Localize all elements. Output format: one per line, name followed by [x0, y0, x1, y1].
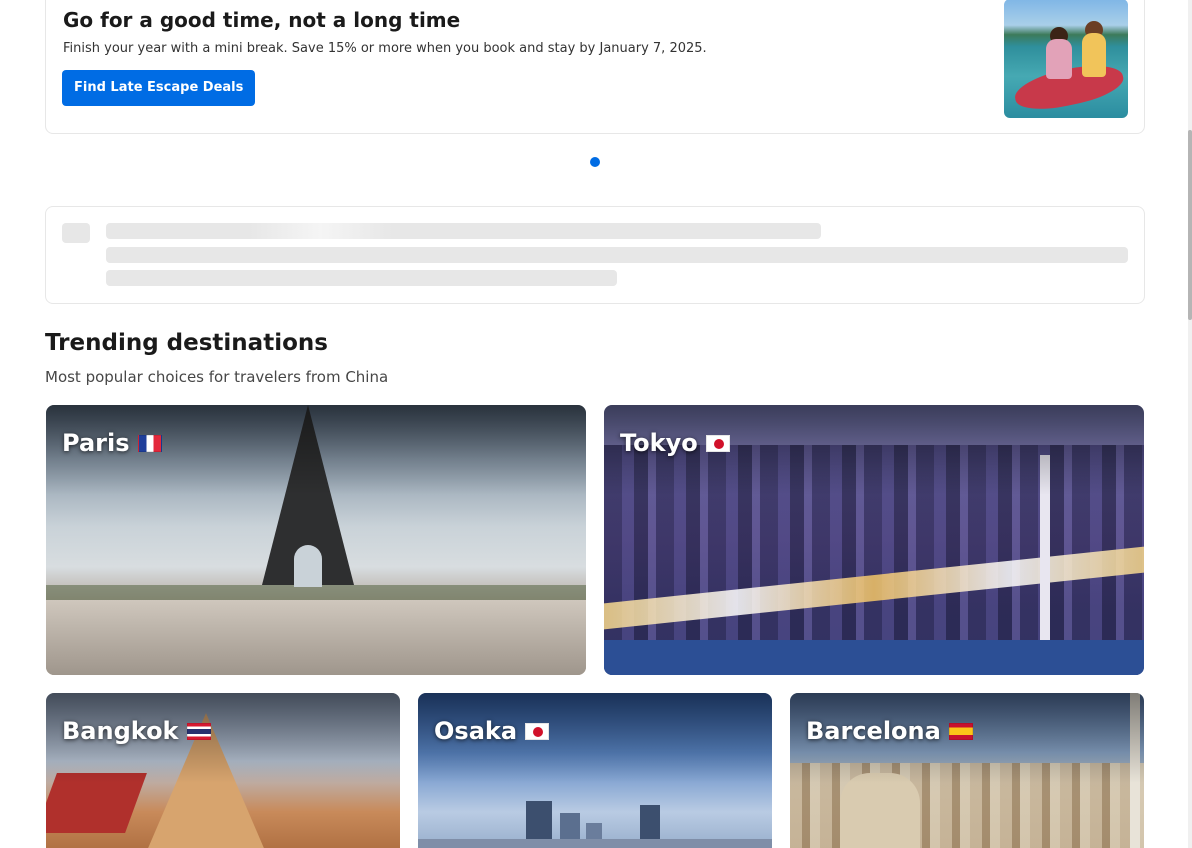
trending-title: Trending destinations: [45, 330, 328, 356]
destination-label: Barcelona: [806, 717, 941, 745]
page-scrollbar[interactable]: [1188, 0, 1192, 848]
promo-subtitle: Finish your year with a mini break. Save…: [63, 41, 707, 56]
destination-label: Osaka: [434, 717, 518, 745]
promo-banner: Go for a good time, not a long time Fini…: [45, 0, 1145, 134]
destination-name: Barcelona: [806, 717, 973, 745]
find-late-escape-deals-button[interactable]: Find Late Escape Deals: [62, 70, 256, 106]
destination-name: Tokyo: [620, 429, 730, 457]
spain-flag-icon: [948, 722, 973, 740]
destination-card-barcelona[interactable]: Barcelona: [790, 693, 1144, 848]
trending-subtitle: Most popular choices for travelers from …: [45, 368, 389, 386]
skeleton-icon: [62, 223, 90, 243]
skeleton-line: [106, 247, 1128, 263]
destination-name: Osaka: [434, 717, 550, 745]
scrollbar-thumb[interactable]: [1188, 130, 1192, 320]
destination-card-osaka[interactable]: Osaka: [418, 693, 772, 848]
promo-image: [1004, 0, 1128, 118]
person-body: [1082, 33, 1106, 77]
france-flag-icon: [137, 434, 162, 452]
destination-card-tokyo[interactable]: Tokyo: [604, 405, 1144, 675]
gaudi-house: [840, 773, 920, 848]
destination-card-bangkok[interactable]: Bangkok: [46, 693, 400, 848]
destination-name: Bangkok: [62, 717, 211, 745]
japan-flag-icon: [705, 434, 730, 452]
destination-label: Paris: [62, 429, 130, 457]
carousel-dot-active[interactable]: [590, 157, 600, 167]
skeleton-line: [106, 223, 821, 239]
destination-label: Bangkok: [62, 717, 179, 745]
person-body: [1046, 39, 1072, 79]
loading-skeleton-card: [45, 206, 1145, 304]
promo-title: Go for a good time, not a long time: [63, 8, 461, 32]
skeleton-line: [106, 270, 617, 286]
city-base: [418, 839, 772, 848]
destination-name: Paris: [62, 429, 162, 457]
eiffel-arch: [294, 545, 322, 587]
destination-label: Tokyo: [620, 429, 698, 457]
japan-flag-icon: [525, 722, 550, 740]
destination-card-paris[interactable]: Paris: [46, 405, 586, 675]
plaza-ground: [46, 600, 586, 675]
thailand-flag-icon: [186, 722, 211, 740]
bay-water: [604, 640, 1144, 675]
